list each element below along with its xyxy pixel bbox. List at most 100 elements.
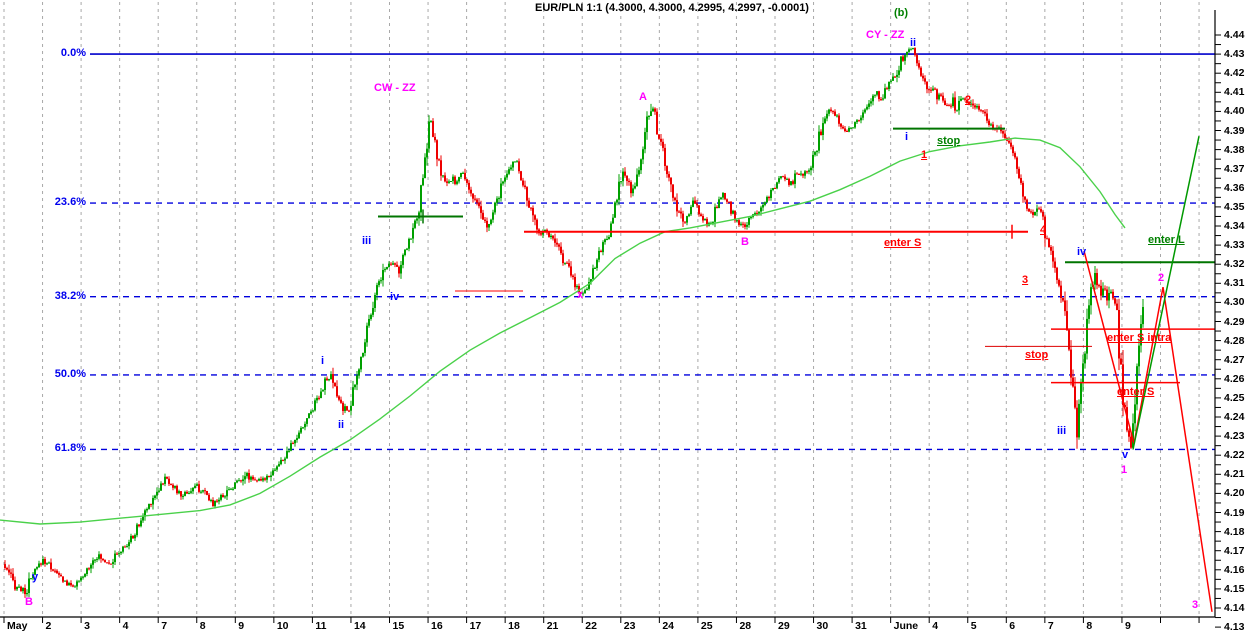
date-tick-label: 8 — [1086, 620, 1092, 632]
axes — [0, 10, 1221, 627]
price-tick-label: 4.32 — [1224, 258, 1244, 270]
price-tick-label: 4.16 — [1224, 564, 1244, 576]
date-tick-label: 15 — [393, 620, 405, 632]
date-tick-label: 17 — [470, 620, 482, 632]
price-tick-label: 4.37 — [1224, 163, 1244, 175]
wave-label: CW - ZZ — [374, 82, 416, 94]
fib-level-label: 0.0% — [36, 47, 86, 59]
wave-label: 3 — [1022, 274, 1028, 286]
fib-level-label: 50.0% — [36, 368, 86, 380]
wave-label: iii — [1057, 425, 1066, 437]
price-tick-label: 4.35 — [1224, 201, 1244, 213]
price-tick-label: 4.24 — [1224, 411, 1244, 423]
wave-label: 2 — [965, 94, 971, 106]
trade-annotation: enter S — [884, 237, 921, 249]
wave-label: (b) — [894, 7, 908, 19]
trade-level-lines — [378, 129, 1215, 383]
fib-level-label: 61.8% — [36, 442, 86, 454]
date-tick-label: 9 — [1125, 620, 1131, 632]
date-tick-label: 7 — [161, 620, 167, 632]
price-tick-label: 4.26 — [1224, 373, 1244, 385]
wave-label: 1 — [1121, 464, 1127, 476]
price-tick-label: 4.17 — [1224, 545, 1244, 557]
wave-label: iv — [1077, 246, 1086, 258]
price-tick-label: 4.29 — [1224, 316, 1244, 328]
wave-label: iv — [390, 291, 399, 303]
date-tick-label: 5 — [971, 620, 977, 632]
price-tick-label: 4.19 — [1224, 507, 1244, 519]
trade-annotation: enter S — [1117, 386, 1154, 398]
chart-title: EUR/PLN 1:1 (4.3000, 4.3000, 4.2995, 4.2… — [94, 2, 1250, 14]
wave-label: CY - ZZ — [866, 29, 904, 41]
price-tick-label: 4.39 — [1224, 125, 1244, 137]
fib-level-label: 23.6% — [36, 196, 86, 208]
price-tick-label: 4.41 — [1224, 86, 1244, 98]
wave-label: 1 — [921, 149, 927, 161]
price-tick-label: 4.20 — [1224, 487, 1244, 499]
date-tick-label: 31 — [855, 620, 867, 632]
wave-label: B — [25, 596, 33, 608]
wave-label: ii — [338, 419, 344, 431]
wave-label: iii — [362, 235, 371, 247]
date-tick-label: 22 — [585, 620, 597, 632]
date-tick-label: 30 — [817, 620, 829, 632]
date-tick-label: May — [7, 620, 27, 632]
wave-label: 4 — [1040, 224, 1046, 236]
date-tick-label: June — [894, 620, 919, 632]
date-tick-label: 29 — [778, 620, 790, 632]
date-tick-label: 25 — [701, 620, 713, 632]
date-tick-label: 14 — [354, 620, 366, 632]
price-tick-label: 4.28 — [1224, 335, 1244, 347]
price-tick-label: 4.18 — [1224, 526, 1244, 538]
date-tick-label: 24 — [662, 620, 674, 632]
wave-label: ii — [910, 37, 916, 49]
wave-label: A — [639, 91, 647, 103]
price-tick-label: 4.15 — [1224, 583, 1244, 595]
moving-average-line — [0, 138, 1125, 524]
price-tick-label: 4.21 — [1224, 468, 1244, 480]
date-tick-label: 4 — [932, 620, 938, 632]
price-tick-label: 4.27 — [1224, 354, 1244, 366]
trade-annotation: enter S intra — [1107, 332, 1171, 344]
price-tick-label: 4.43 — [1224, 48, 1244, 60]
wave-label: 3 — [1192, 599, 1198, 611]
price-tick-label: 4.22 — [1224, 449, 1244, 461]
price-tick-label: 4.44 — [1224, 29, 1244, 41]
wave-label: i — [905, 131, 908, 143]
price-tick-label: 4.33 — [1224, 239, 1244, 251]
date-tick-label: 7 — [1048, 620, 1054, 632]
price-tick-label: 4.40 — [1224, 105, 1244, 117]
wave-label: 2 — [1158, 272, 1164, 284]
price-tick-label: 4.14 — [1224, 602, 1244, 614]
date-tick-label: 18 — [508, 620, 520, 632]
trade-annotation: stop — [937, 135, 960, 147]
projection-lines — [1084, 136, 1212, 612]
date-tick-label: 10 — [277, 620, 289, 632]
date-tick-label: 16 — [431, 620, 443, 632]
wave-label: i — [321, 355, 324, 367]
price-tick-label: 4.34 — [1224, 220, 1244, 232]
date-tick-label: 11 — [315, 620, 326, 632]
date-tick-label: 23 — [624, 620, 636, 632]
price-tick-label: 4.38 — [1224, 144, 1244, 156]
date-tick-label: 6 — [1009, 620, 1015, 632]
wave-label: y — [32, 571, 38, 583]
date-tick-label: 2 — [46, 620, 52, 632]
wave-label: x — [577, 289, 583, 301]
price-tick-label: 4.25 — [1224, 392, 1244, 404]
price-tick-label: 4.13 — [1224, 621, 1244, 633]
price-tick-label: 4.36 — [1224, 182, 1244, 194]
price-tick-label: 4.30 — [1224, 296, 1244, 308]
fib-level-label: 38.2% — [36, 290, 86, 302]
wave-label: v — [1122, 449, 1128, 461]
price-tick-label: 4.42 — [1224, 67, 1244, 79]
grid-lines — [4, 2, 1199, 617]
chart-canvas[interactable] — [0, 0, 1250, 636]
date-tick-label: 28 — [739, 620, 751, 632]
candlestick-chart: EUR/PLN 1:1 (4.3000, 4.3000, 4.2995, 4.2… — [0, 0, 1250, 636]
price-tick-label: 4.31 — [1224, 277, 1244, 289]
candlesticks — [4, 47, 1144, 598]
date-tick-label: 3 — [84, 620, 90, 632]
date-tick-label: 8 — [200, 620, 206, 632]
trade-annotation: enter L — [1148, 234, 1185, 246]
